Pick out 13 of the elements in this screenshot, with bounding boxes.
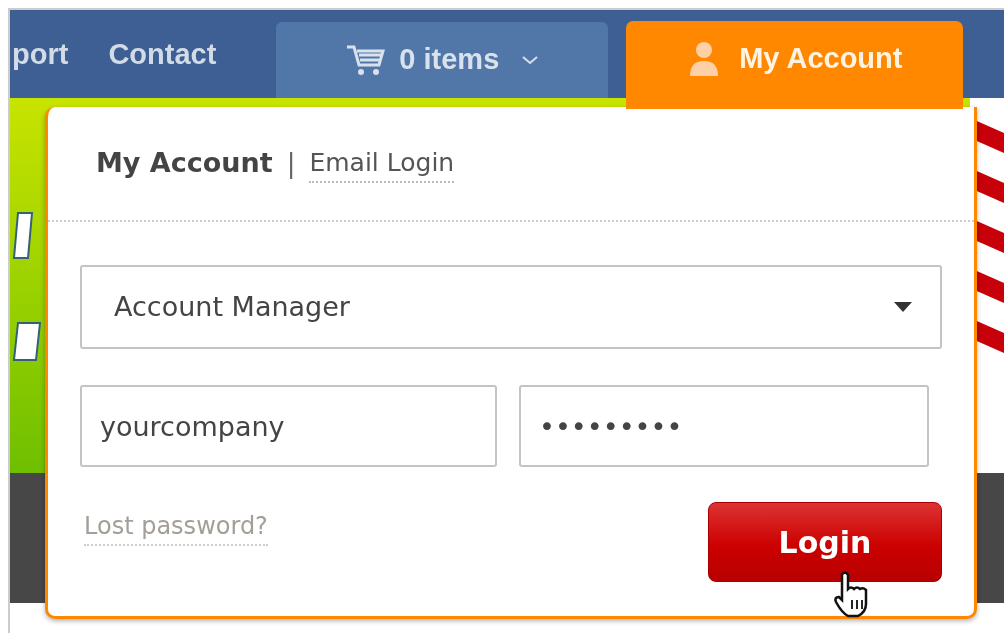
login-button[interactable]: Login bbox=[708, 502, 942, 582]
password-field[interactable]: ••••••••• bbox=[519, 385, 929, 467]
nav-link[interactable]: port bbox=[12, 32, 69, 98]
chevron-down-icon bbox=[521, 55, 540, 65]
cart-tab[interactable]: 0 items bbox=[276, 22, 609, 98]
panel-title: My Account bbox=[96, 146, 273, 181]
cart-icon bbox=[345, 43, 386, 77]
caret-icon bbox=[894, 302, 912, 312]
separator-text: | bbox=[286, 147, 296, 181]
nav-link[interactable]: Contact bbox=[108, 32, 217, 98]
username-field[interactable]: yourcompany bbox=[80, 385, 497, 467]
account-type-select[interactable]: Account Manager bbox=[80, 265, 942, 349]
email-login-link[interactable]: Email Login bbox=[309, 143, 455, 184]
